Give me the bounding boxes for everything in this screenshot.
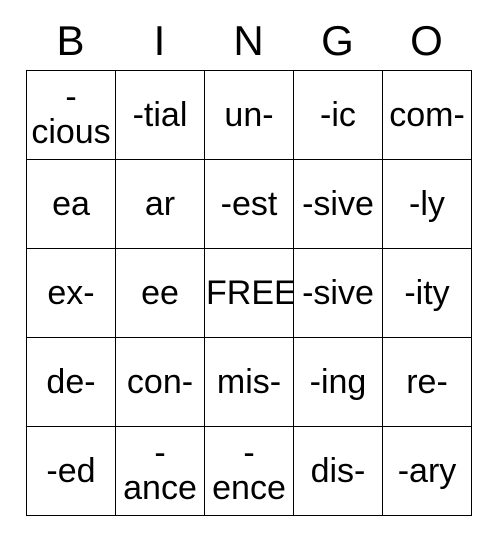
bingo-header-letter-o: O: [410, 17, 443, 64]
bingo-cell-label: -ing: [309, 362, 367, 401]
bingo-cell-b4[interactable]: de-: [26, 337, 116, 427]
bingo-cell-o2[interactable]: -ly: [382, 159, 472, 249]
bingo-cell-g3[interactable]: -sive: [293, 248, 383, 338]
bingo-cell-label: un-: [224, 95, 274, 134]
bingo-cell-g2[interactable]: -sive: [293, 159, 383, 249]
bingo-cell-g5[interactable]: dis-: [293, 426, 383, 516]
bingo-cell-label: -tial: [132, 95, 188, 134]
bingo-row: -ed - ance - ence dis- -ary: [26, 426, 472, 516]
bingo-row: - cious -tial un- -ic com-: [26, 70, 472, 160]
bingo-cell-label: -ic: [320, 95, 356, 134]
bingo-cell-label: - ence: [212, 434, 286, 507]
bingo-cell-label: ex-: [47, 273, 95, 312]
bingo-cell-label: ee: [141, 273, 179, 312]
bingo-cell-label: -ity: [404, 273, 450, 312]
bingo-cell-label: -est: [220, 184, 278, 223]
bingo-cell-label: re-: [406, 362, 448, 401]
bingo-cell-label: -ed: [46, 451, 96, 490]
bingo-cell-i2[interactable]: ar: [115, 159, 205, 249]
bingo-row: ea ar -est -sive -ly: [26, 159, 472, 249]
bingo-header-letter-g: G: [321, 17, 354, 64]
bingo-cell-b5[interactable]: -ed: [26, 426, 116, 516]
bingo-cell-label: - ance: [123, 434, 197, 507]
bingo-cell-n4[interactable]: mis-: [204, 337, 294, 427]
bingo-cell-label: de-: [46, 362, 96, 401]
bingo-cell-b2[interactable]: ea: [26, 159, 116, 249]
bingo-cell-b3[interactable]: ex-: [26, 248, 116, 338]
bingo-cell-n2[interactable]: -est: [204, 159, 294, 249]
bingo-cell-label: - cious: [31, 78, 111, 151]
bingo-cell-i4[interactable]: con-: [115, 337, 205, 427]
bingo-cell-g1[interactable]: -ic: [293, 70, 383, 160]
bingo-cell-b1[interactable]: - cious: [26, 70, 116, 160]
bingo-cell-i5[interactable]: - ance: [115, 426, 205, 516]
bingo-header-letter-b: B: [56, 17, 85, 64]
bingo-row: de- con- mis- -ing re-: [26, 337, 472, 427]
bingo-cell-label: mis-: [216, 362, 282, 401]
bingo-cell-i1[interactable]: -tial: [115, 70, 205, 160]
bingo-row: ex- ee FREE -sive -ity: [26, 248, 472, 338]
bingo-cell-label: dis-: [310, 451, 366, 490]
bingo-cell-i3[interactable]: ee: [115, 248, 205, 338]
bingo-cell-o3[interactable]: -ity: [382, 248, 472, 338]
bingo-cell-label: con-: [126, 362, 194, 401]
bingo-cell-label: com-: [389, 95, 465, 134]
bingo-cell-o4[interactable]: re-: [382, 337, 472, 427]
bingo-header-row: B I N G O: [26, 12, 472, 70]
bingo-header-letter-i: I: [153, 17, 166, 64]
bingo-cell-g4[interactable]: -ing: [293, 337, 383, 427]
bingo-cell-o1[interactable]: com-: [382, 70, 472, 160]
bingo-cell-label: -sive: [302, 273, 374, 312]
bingo-cell-label: ea: [52, 184, 90, 223]
bingo-cell-n5[interactable]: - ence: [204, 426, 294, 516]
bingo-cell-label: ar: [144, 184, 176, 223]
free-space-label: FREE: [206, 273, 294, 312]
bingo-grid: - cious -tial un- -ic com- ea ar -est -si…: [26, 70, 472, 516]
bingo-cell-n1[interactable]: un-: [204, 70, 294, 160]
bingo-card: B I N G O - cious -tial un- -ic com- ea a…: [26, 12, 472, 516]
bingo-cell-o5[interactable]: -ary: [382, 426, 472, 516]
bingo-cell-label: -sive: [302, 184, 374, 223]
bingo-cell-free-space[interactable]: FREE: [204, 248, 294, 338]
bingo-header-letter-n: N: [233, 17, 264, 64]
bingo-cell-label: -ary: [397, 451, 457, 490]
bingo-cell-label: -ly: [409, 184, 445, 223]
